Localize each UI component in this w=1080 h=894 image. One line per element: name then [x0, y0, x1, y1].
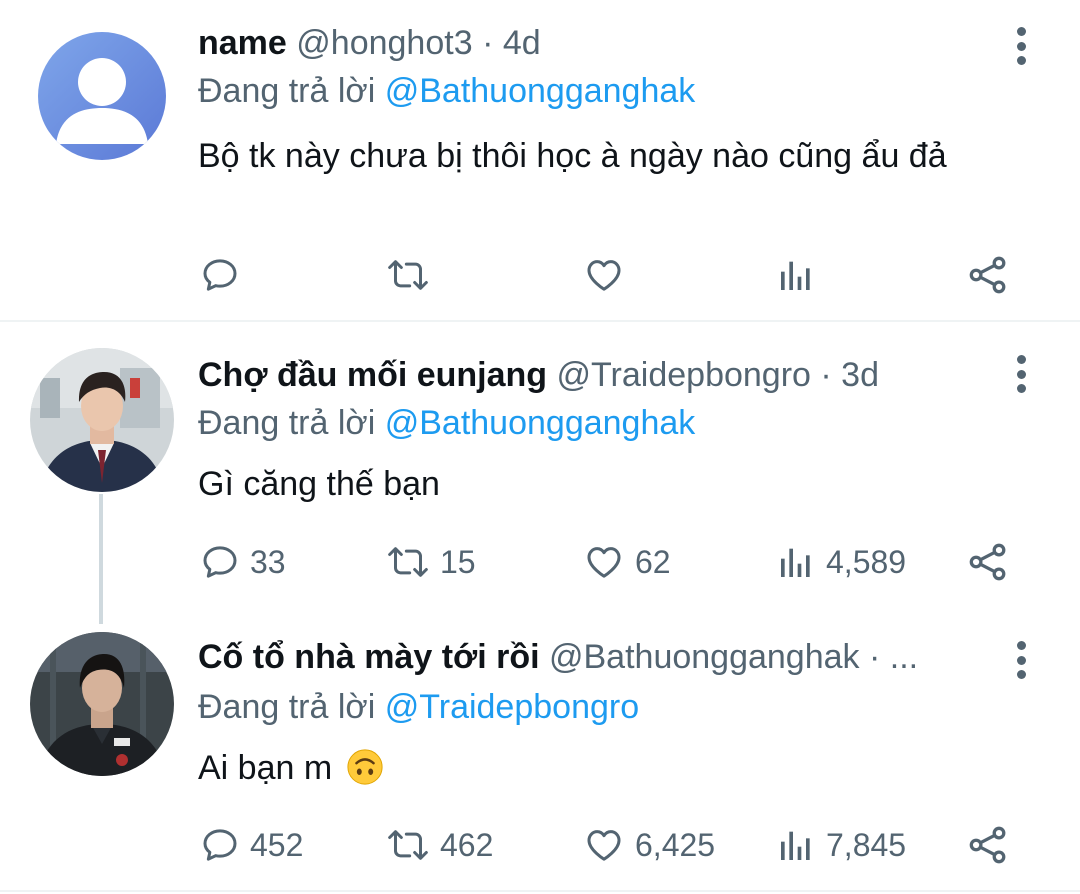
more-options-icon[interactable]: [1004, 24, 1038, 68]
views-icon: [781, 548, 810, 577]
tweet[interactable]: Cố tổ nhà mày tới rồi @Bathuongganghak ·…: [0, 612, 1080, 894]
reply-prefix: Đang trả lời: [198, 688, 376, 726]
upside-down-face-icon: [347, 749, 383, 785]
like-icon: [587, 260, 621, 291]
retweet-icon: [388, 547, 428, 577]
views-button[interactable]: 4,589: [776, 537, 906, 587]
retweet-icon: [388, 260, 428, 290]
avatar-user-photo[interactable]: [30, 348, 174, 492]
retweet-button[interactable]: [386, 250, 440, 300]
reply-button[interactable]: 452: [200, 820, 303, 870]
views-count: 7,845: [826, 826, 907, 863]
separator: ·: [869, 638, 881, 676]
reply-context: Đang trả lời @Bathuongganghak: [198, 66, 695, 116]
tweet-header: Cố tổ nhà mày tới rồi @Bathuongganghak ·…: [198, 632, 970, 682]
reply-prefix: Đang trả lời: [198, 404, 376, 442]
like-button[interactable]: 62: [583, 537, 671, 587]
like-count: 62: [635, 543, 671, 580]
display-name[interactable]: name: [198, 24, 287, 62]
mention-link[interactable]: @Bathuongganghak: [385, 72, 696, 110]
views-icon: [781, 831, 810, 860]
mention-link[interactable]: @Traidepbongro: [385, 688, 639, 726]
share-icon: [969, 256, 1006, 294]
share-icon: [969, 826, 1006, 864]
reply-icon: [203, 829, 237, 861]
reply-icon: [203, 259, 237, 291]
action-bar: [0, 250, 1080, 300]
views-count: 4,589: [826, 543, 907, 580]
share-button[interactable]: [966, 537, 1010, 587]
share-button[interactable]: [966, 820, 1010, 870]
action-bar: 33 15 62 4,589: [0, 537, 1080, 587]
retweet-button[interactable]: 462: [386, 820, 493, 870]
views-button[interactable]: 7,845: [776, 820, 906, 870]
like-count: 6,425: [635, 826, 716, 863]
action-bar: 452 462 6,425 7,845: [0, 820, 1080, 870]
like-button[interactable]: [583, 250, 635, 300]
more-options-icon[interactable]: [1004, 638, 1038, 682]
tweet-text: Ai bạn m: [198, 746, 1028, 790]
tweet-header: name @honghot3 · 4d: [198, 18, 970, 68]
share-button[interactable]: [966, 250, 1010, 300]
reply-button[interactable]: 33: [200, 537, 286, 587]
like-button[interactable]: 6,425: [583, 820, 715, 870]
retweet-count: 15: [440, 543, 476, 580]
views-icon: [781, 261, 810, 290]
tweet[interactable]: name @honghot3 · 4d Đang trả lời @Bathuo…: [0, 0, 1080, 322]
thread-connector: [99, 494, 103, 624]
reply-button[interactable]: [200, 250, 250, 300]
timestamp[interactable]: 4d: [503, 24, 541, 62]
like-icon: [587, 547, 621, 578]
reply-context: Đang trả lời @Bathuongganghak: [198, 398, 695, 448]
avatar-default[interactable]: [38, 32, 166, 160]
retweet-icon: [388, 830, 428, 860]
user-handle[interactable]: @Traidepbongro: [557, 356, 811, 394]
retweet-button[interactable]: 15: [386, 537, 476, 587]
retweet-count: 462: [440, 826, 494, 863]
tweet[interactable]: Chợ đầu mối eunjang @Traidepbongro · 3d …: [0, 322, 1080, 612]
separator: ·: [820, 356, 832, 394]
display-name[interactable]: Chợ đầu mối eunjang: [198, 356, 547, 394]
tweet-text-content: Ai bạn m: [198, 749, 333, 787]
more-options-icon[interactable]: [1004, 352, 1038, 396]
timestamp[interactable]: 3d: [841, 356, 879, 394]
avatar-user-photo[interactable]: [30, 632, 174, 776]
tweet-text: Gì căng thế bạn: [198, 465, 440, 503]
separator: ·: [482, 24, 494, 62]
reply-count: 33: [250, 543, 286, 580]
tweet-text: Bộ tk này chưa bị thôi học à ngày nào cũ…: [198, 137, 947, 175]
user-handle[interactable]: @Bathuongganghak: [549, 638, 860, 676]
divider: [0, 890, 1080, 892]
timestamp[interactable]: ...: [890, 638, 918, 676]
reply-context: Đang trả lời @Traidepbongro: [198, 682, 639, 732]
tweet-header: Chợ đầu mối eunjang @Traidepbongro · 3d: [198, 350, 970, 400]
mention-link[interactable]: @Bathuongganghak: [385, 404, 696, 442]
reply-icon: [203, 546, 237, 578]
like-icon: [587, 830, 621, 861]
reply-count: 452: [250, 826, 304, 863]
share-icon: [969, 543, 1006, 581]
views-button[interactable]: [776, 250, 826, 300]
user-handle[interactable]: @honghot3: [296, 24, 472, 62]
reply-prefix: Đang trả lời: [198, 72, 376, 110]
display-name[interactable]: Cố tổ nhà mày tới rồi: [198, 638, 540, 676]
